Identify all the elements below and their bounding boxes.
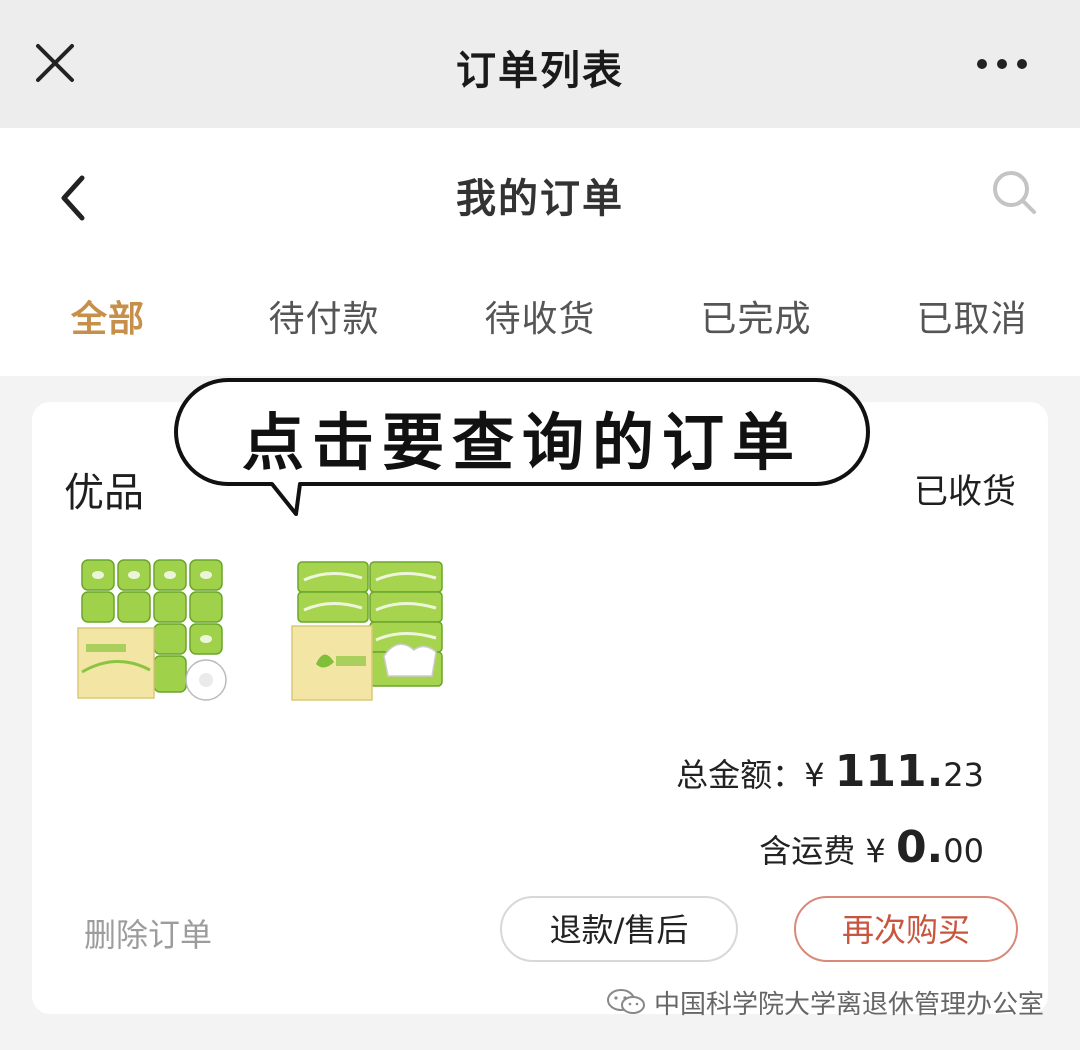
delete-order-link[interactable]: 删除订单 xyxy=(84,910,212,956)
product-thumbnail-roll-tissue[interactable] xyxy=(76,552,236,712)
order-total: 总金额：¥ 111.23 xyxy=(676,746,984,797)
window-title: 订单列表 xyxy=(456,48,624,94)
tab-pending-payment[interactable]: 待付款 xyxy=(216,290,432,342)
shop-name: 优品 xyxy=(64,470,144,516)
search-icon[interactable] xyxy=(990,168,1040,218)
shipping-amount-decimal: 00 xyxy=(943,832,984,870)
annotation-text: 点击要查询的订单 xyxy=(241,406,802,479)
refund-aftersale-button[interactable]: 退款/售后 xyxy=(500,896,738,962)
tab-all[interactable]: 全部 xyxy=(0,290,216,342)
more-dots-icon[interactable] xyxy=(970,50,1040,80)
wechat-icon xyxy=(606,987,646,1024)
total-amount-integer: 111. xyxy=(834,746,944,797)
tab-completed[interactable]: 已完成 xyxy=(648,290,864,342)
page-title: 我的订单 xyxy=(456,176,624,222)
window-title-bar: 订单列表 xyxy=(0,0,1080,128)
buy-again-button[interactable]: 再次购买 xyxy=(794,896,1018,962)
page-header: 我的订单 全部 待付款 待收货 已完成 已取消 xyxy=(0,128,1080,376)
shipping-amount-integer: 0. xyxy=(895,822,944,873)
watermark: 中国科学院大学离退休管理办公室 xyxy=(606,984,1044,1024)
shipping-currency: ¥ xyxy=(865,832,886,870)
total-currency: ¥ xyxy=(804,756,825,794)
order-tabs: 全部 待付款 待收货 已完成 已取消 xyxy=(0,290,1080,350)
product-thumbnail-facial-tissue[interactable] xyxy=(290,552,450,712)
shipping-label: 含运费 xyxy=(759,832,856,870)
order-status: 已收货 xyxy=(914,472,1016,512)
total-label: 总金额： xyxy=(676,756,805,794)
order-shipping: 含运费 ¥ 0.00 xyxy=(759,822,984,873)
total-amount-decimal: 23 xyxy=(943,756,984,794)
watermark-text: 中国科学院大学离退休管理办公室 xyxy=(653,990,1044,1020)
tab-pending-delivery[interactable]: 待收货 xyxy=(432,290,648,342)
tab-cancelled[interactable]: 已取消 xyxy=(864,290,1080,342)
